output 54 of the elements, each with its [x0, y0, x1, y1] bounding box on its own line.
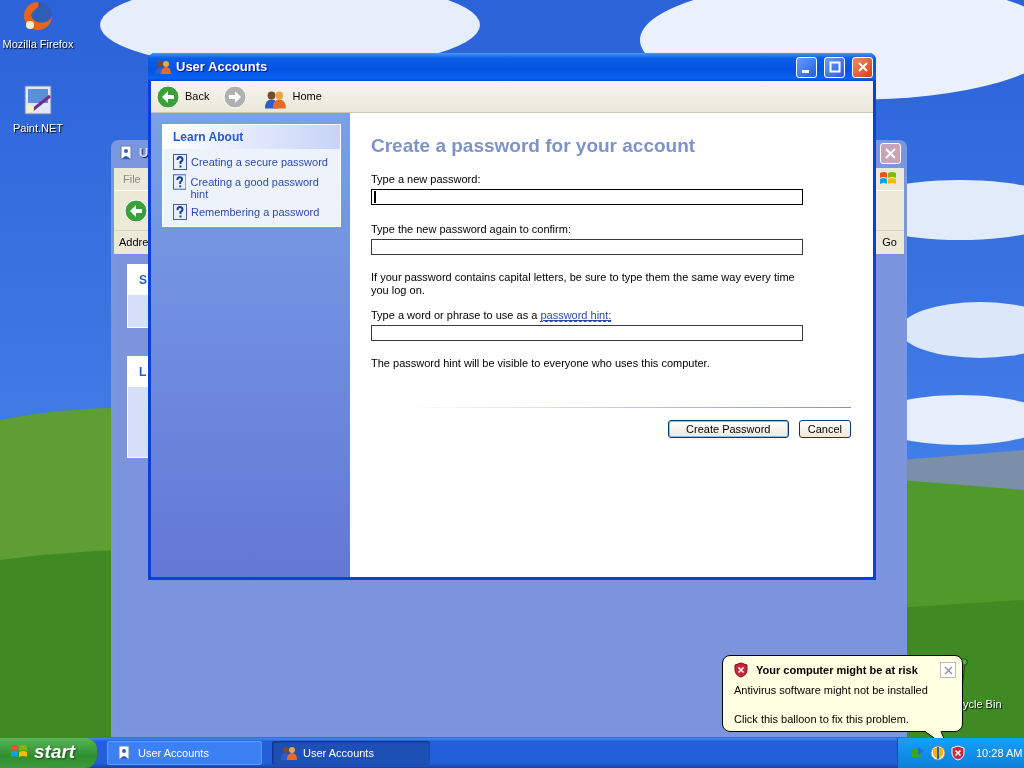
icon-label[interactable]: ycle Bin — [963, 696, 1002, 713]
sidebar-heading: Learn About — [163, 125, 340, 149]
close-button[interactable] — [940, 662, 956, 679]
globe-icon[interactable] — [22, 0, 54, 32]
balloon-text: Click this balloon to fix this problem. — [734, 712, 910, 727]
home-button[interactable]: Home — [261, 82, 328, 111]
field-label: Type the new password again to confirm: — [371, 223, 572, 236]
back-icon[interactable] — [124, 198, 148, 223]
address-label: Addre — [119, 235, 149, 251]
wizard-icon — [118, 145, 134, 161]
wizard-icon — [116, 745, 132, 761]
help-icon — [173, 174, 187, 190]
shield-icon[interactable] — [950, 745, 966, 761]
start-button[interactable]: start — [0, 738, 97, 768]
help-icon — [173, 154, 187, 170]
taskbar-button[interactable]: User Accounts — [107, 741, 262, 765]
taskbar-button[interactable]: User Accounts — [272, 741, 430, 765]
help-link[interactable]: Creating a secure password — [191, 154, 328, 168]
dialog-button[interactable]: Cancel — [798, 420, 851, 438]
hint-link[interactable]: password hint: — [540, 309, 612, 322]
icon-label[interactable]: Mozilla Firefox — [2, 36, 74, 53]
password-field[interactable] — [371, 189, 803, 205]
password-field[interactable] — [371, 239, 803, 255]
minimize-icon — [801, 69, 809, 73]
notification-tooltip[interactable]: Your computer might be at risk Antivirus software might not be installed Click this balloon to fix this problem. — [722, 655, 963, 732]
shield-icon — [734, 662, 748, 679]
dialog-button[interactable]: Create Password — [667, 420, 789, 438]
balloon-title: Your computer might be at risk — [756, 663, 918, 678]
help-link[interactable]: Remembering a password — [191, 204, 320, 218]
users-icon — [281, 745, 297, 761]
password-field[interactable] — [371, 325, 803, 341]
maximize-icon — [828, 61, 841, 73]
minimize-button[interactable] — [796, 56, 817, 78]
users-icon — [155, 59, 171, 75]
go-button[interactable]: Go — [879, 234, 900, 251]
icon-label[interactable]: Paint.NET — [12, 120, 64, 137]
help-link[interactable]: Creating a good password hint — [190, 174, 334, 200]
close-icon — [885, 147, 896, 159]
back-icon — [156, 84, 180, 109]
back-button[interactable]: Back — [154, 82, 216, 111]
close-icon — [943, 665, 953, 675]
field-label: Type a new password: — [371, 173, 482, 186]
page-heading: Create a password for your account — [371, 135, 697, 157]
field-label: Type a word or phrase to use as a password hint: — [371, 309, 613, 322]
help-icon — [173, 204, 187, 220]
help-text: If your password contains capital letters, be sure to type them the same way every time you log on. — [371, 271, 796, 297]
window-title: U — [139, 144, 149, 163]
balloon-text: Antivirus software might not be installed — [734, 682, 929, 698]
close-icon — [856, 61, 869, 73]
window-title: User Accounts — [176, 58, 268, 77]
help-text: The password hint will be visible to everyone who uses this computer. — [371, 357, 711, 370]
paint-icon[interactable] — [22, 84, 54, 116]
maximize-button[interactable] — [824, 56, 845, 78]
clock: 10:28 AM — [976, 745, 1023, 761]
